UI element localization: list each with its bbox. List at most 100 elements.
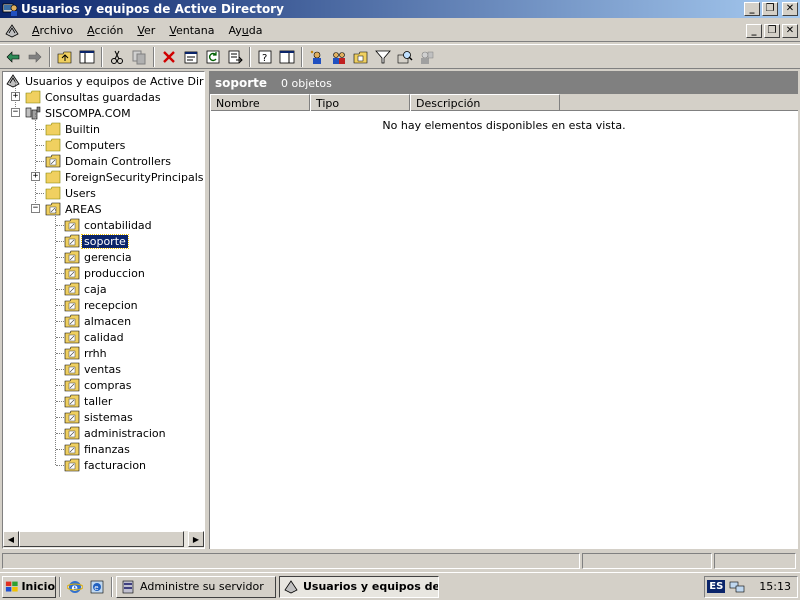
organizational-unit-icon — [64, 442, 80, 456]
delete-button[interactable] — [158, 46, 180, 68]
tree-item-calidad[interactable]: calidad — [64, 329, 126, 345]
tree-item-compras[interactable]: compras — [64, 377, 133, 393]
column-header-nombre[interactable]: Nombre — [210, 94, 310, 111]
tree-item-root[interactable]: Usuarios y equipos de Active Director — [5, 73, 204, 89]
system-tray: ES 15:13 — [704, 575, 798, 598]
tree-item-taller[interactable]: taller — [64, 393, 114, 409]
up-one-level-button[interactable] — [54, 46, 76, 68]
expand-saved-queries[interactable]: + — [11, 92, 20, 101]
restore-button[interactable]: ❐ — [762, 2, 778, 16]
quicklaunch-ie[interactable]: e — [64, 576, 86, 598]
tree-item-label: calidad — [84, 330, 124, 344]
export-list-button[interactable] — [224, 46, 246, 68]
tree-horizontal-scrollbar[interactable]: ◀ ▶ — [3, 531, 204, 548]
clock[interactable]: 15:13 — [759, 580, 791, 593]
refresh-icon — [206, 50, 220, 63]
toolbar-separator — [49, 46, 51, 67]
tree-item-computers[interactable]: Computers — [45, 137, 127, 153]
tree-item-facturacion[interactable]: facturacion — [64, 457, 148, 473]
folder-icon — [25, 90, 41, 104]
menu-archivo[interactable]: Archivo — [25, 24, 80, 37]
tree-item-contabilidad[interactable]: contabilidad — [64, 217, 154, 233]
tree-item-label: Consultas guardadas — [45, 90, 161, 104]
menu-ver[interactable]: Ver — [130, 24, 162, 37]
tree-connector — [56, 289, 64, 290]
find-icon — [397, 50, 413, 63]
new-user-button[interactable] — [306, 46, 328, 68]
child-minimize-button[interactable]: _ — [746, 23, 762, 38]
show-hide-tree-button[interactable] — [76, 46, 98, 68]
scroll-thumb[interactable] — [19, 531, 184, 547]
tree-item-areas[interactable]: AREAS — [45, 201, 104, 217]
tree-item-finanzas[interactable]: finanzas — [64, 441, 132, 457]
column-header-descripcion[interactable]: Descripción — [410, 94, 560, 111]
tree-item-almacen[interactable]: almacen — [64, 313, 133, 329]
tree-connector — [56, 241, 64, 242]
scroll-right-button[interactable]: ▶ — [188, 531, 204, 547]
menu-accion[interactable]: Acción — [80, 24, 130, 37]
tree-item-produccion[interactable]: produccion — [64, 265, 147, 281]
refresh-button[interactable] — [202, 46, 224, 68]
tree-item-saved-queries[interactable]: Consultas guardadas — [25, 89, 163, 105]
tree-item-label: recepcion — [84, 298, 138, 312]
new-group-button[interactable] — [328, 46, 350, 68]
server-manage-icon — [122, 580, 134, 593]
column-header-tipo[interactable]: Tipo — [310, 94, 410, 111]
add-to-group-button[interactable] — [416, 46, 438, 68]
tree-item-administracion[interactable]: administracion — [64, 425, 168, 441]
close-icon: ✕ — [785, 24, 795, 36]
tree-item-rrhh[interactable]: rrhh — [64, 345, 109, 361]
collapse-domain[interactable]: − — [11, 108, 20, 117]
cut-button[interactable] — [106, 46, 128, 68]
organizational-unit-icon — [64, 266, 80, 280]
network-connection-icon[interactable] — [729, 579, 745, 595]
menu-ayuda[interactable]: Ayuda — [222, 24, 270, 37]
menu-ventana[interactable]: Ventana — [162, 24, 221, 37]
start-button[interactable]: Inicio — [2, 575, 56, 598]
expand-foreignsecurityprincipals[interactable]: + — [31, 172, 40, 181]
tree-item-foreignsecurityprincipals[interactable]: ForeignSecurityPrincipals — [45, 169, 204, 185]
organizational-unit-icon — [64, 346, 80, 360]
quicklaunch-explorer[interactable]: e — [86, 576, 108, 598]
collapse-areas[interactable]: − — [31, 204, 40, 213]
back-button[interactable] — [2, 46, 24, 68]
tree-item-domain-controllers[interactable]: Domain Controllers — [45, 153, 173, 169]
tree-item-sistemas[interactable]: sistemas — [64, 409, 135, 425]
new-ou-button[interactable] — [350, 46, 372, 68]
properties-icon — [184, 51, 198, 63]
mmc-console-icon[interactable] — [3, 22, 21, 40]
console-tree-pane[interactable]: Usuarios y equipos de Active Director + Co… — [2, 71, 205, 549]
find-button[interactable] — [394, 46, 416, 68]
language-indicator[interactable]: ES — [707, 580, 726, 593]
task-usuarios-y-equipos[interactable]: Usuarios y equipos de... — [279, 575, 439, 598]
tree-item-domain[interactable]: SISCOMPA.COM — [25, 105, 133, 121]
minimize-button[interactable]: _ — [744, 2, 760, 16]
task-administre-su-servidor[interactable]: Administre su servidor — [116, 575, 276, 598]
scroll-left-button[interactable]: ◀ — [3, 531, 19, 547]
properties-button[interactable] — [180, 46, 202, 68]
help-button[interactable]: ? — [254, 46, 276, 68]
close-button[interactable]: ✕ — [782, 2, 798, 16]
tree-item-ventas[interactable]: ventas — [64, 361, 123, 377]
tree-item-builtin[interactable]: Builtin — [45, 121, 102, 137]
tree-item-soporte[interactable]: soporte — [64, 233, 129, 249]
forward-button[interactable] — [24, 46, 46, 68]
title-bar[interactable]: Usuarios y equipos de Active Directory _… — [0, 0, 800, 18]
tree-item-label: gerencia — [84, 250, 132, 264]
tree-item-label: Users — [65, 186, 96, 200]
tree-item-gerencia[interactable]: gerencia — [64, 249, 134, 265]
child-restore-button[interactable]: ❐ — [764, 23, 780, 38]
tree-item-caja[interactable]: caja — [64, 281, 109, 297]
mmc-console-icon — [284, 579, 298, 593]
tree-item-recepcion[interactable]: recepcion — [64, 297, 140, 313]
tree-item-label: ventas — [84, 362, 122, 376]
show-hide-action-pane-button[interactable] — [276, 46, 298, 68]
tree-item-users[interactable]: Users — [45, 185, 98, 201]
status-panel-3 — [714, 553, 796, 569]
child-close-button[interactable]: ✕ — [782, 23, 798, 38]
show-hide-action-pane-icon — [279, 50, 295, 63]
copy-button[interactable] — [128, 46, 150, 68]
tree-item-label: sistemas — [84, 410, 133, 424]
filter-button[interactable] — [372, 46, 394, 68]
new-ou-icon — [353, 51, 368, 63]
